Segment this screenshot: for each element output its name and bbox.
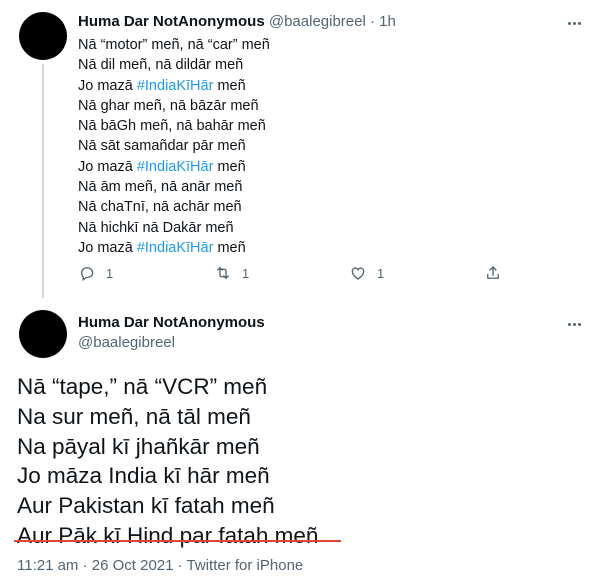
tweet-line: Jo māza India kī hār meñ [17, 463, 270, 489]
reply-button[interactable]: 1 [78, 264, 113, 282]
tweet-text: Nā “motor” meñ, nā “car” meñ Nā dil meñ, … [78, 35, 270, 258]
tweet-line: Jo mazā #IndiaKīHār meñ [78, 157, 270, 177]
tweet-line: Nā sāt samañdar pār meñ [78, 136, 270, 156]
retweet-count: 1 [242, 265, 250, 281]
tweet-line: Nā hichkī nā Dakār meñ [78, 218, 270, 238]
tweet-line: Nā bāGh meñ, nā bahār meñ [78, 116, 270, 136]
tweet-line: Nā dil meñ, nā dildār meñ [78, 55, 270, 75]
tweet-text-segment: meñ [213, 77, 246, 94]
tweet-text-segment: Nā chaTnī, nā achār meñ [78, 199, 242, 216]
tweet-meta[interactable]: 11:21 am · 26 Oct 2021 · Twitter for iPh… [17, 557, 303, 575]
author-name[interactable]: Huma Dar NotAnonymous [78, 13, 265, 30]
tweet-text-segment: Nā “motor” meñ, nā “car” meñ [78, 37, 270, 53]
annotation-underline [14, 540, 341, 542]
tweet-header: Huma Dar NotAnonymous @baalegibreel · 1h [78, 13, 396, 31]
hashtag-link[interactable]: #IndiaKīHār [137, 159, 214, 175]
tweet-line: Nā “motor” meñ, nā “car” meñ [78, 35, 270, 55]
author-handle[interactable]: @baalegibreel [269, 13, 366, 30]
retweet-icon [217, 267, 229, 279]
tweet-text-segment: Nā ām meñ, nā anār meñ [78, 179, 243, 196]
reply-count: 1 [106, 265, 114, 281]
tweet-text-segment: meñ [213, 239, 246, 256]
tweet-text-segment: Nā dil meñ, nā dildār meñ [78, 57, 244, 74]
tweet-text-segment: meñ [213, 158, 246, 175]
tweet-line: Jo mazā #IndiaKīHār meñ [78, 76, 270, 96]
tweet-text-segment: Nā bāGh meñ, nā bahār meñ [78, 118, 266, 135]
author-name[interactable]: Huma Dar NotAnonymous [78, 314, 265, 332]
tweet-text-segment: Nā sāt samañdar pār meñ [78, 138, 246, 155]
tweet-line: Nā “tape,” nā “VCR” meñ [17, 374, 268, 399]
share-icon [487, 266, 499, 279]
author-avatar[interactable] [19, 12, 67, 60]
like-count: 1 [377, 265, 385, 281]
tweet-text-segment: Nā hichkī nā Dakār meñ [78, 219, 234, 236]
tweet-text-segment: Nā ghar meñ, nā bāzār meñ [78, 97, 259, 114]
tweet-line: Nā ghar meñ, nā bāzār meñ [78, 96, 270, 116]
tweet-line: Aur Pāk kī Hind par fatah meñ [17, 522, 319, 548]
tweet-line: Na pāyal kī jhañkār meñ [17, 433, 260, 459]
more-options-icon[interactable] [563, 315, 585, 333]
tweet-text-segment: Jo mazā [78, 77, 137, 94]
tweet-text: Nā “tape,” nā “VCR” meñ Na sur meñ, nā tā… [17, 372, 318, 551]
retweet-button[interactable]: 1 [214, 264, 249, 282]
tweet-line: Nā ām meñ, nā anār meñ [78, 177, 270, 197]
reply-icon [81, 267, 94, 282]
more-options-icon[interactable] [563, 14, 585, 32]
header-separator: · [370, 13, 375, 30]
tweet-text-segment: Jo mazā [78, 239, 137, 256]
like-button[interactable]: 1 [349, 264, 384, 282]
author-handle[interactable]: @baalegibreel [78, 334, 175, 352]
hashtag-link[interactable]: #IndiaKīHār [137, 78, 214, 94]
tweet-line: Na sur meñ, nā tāl meñ [17, 403, 251, 429]
tweet-line: Nā chaTnī, nā achār meñ [78, 197, 270, 217]
hashtag-link[interactable]: #IndiaKīHār [137, 240, 214, 256]
tweet-text-segment: Jo mazā [78, 158, 137, 175]
tweet-line: Aur Pakistan kī fatah meñ [17, 493, 275, 519]
share-button[interactable] [484, 264, 502, 282]
tweet-actions: 1 1 1 [78, 264, 508, 288]
tweet-timestamp[interactable]: 1h [379, 13, 396, 30]
author-avatar[interactable] [19, 310, 67, 358]
thread-connector-line [42, 64, 44, 298]
tweet-line: Jo mazā #IndiaKīHār meñ [78, 238, 270, 258]
heart-icon [351, 267, 365, 280]
